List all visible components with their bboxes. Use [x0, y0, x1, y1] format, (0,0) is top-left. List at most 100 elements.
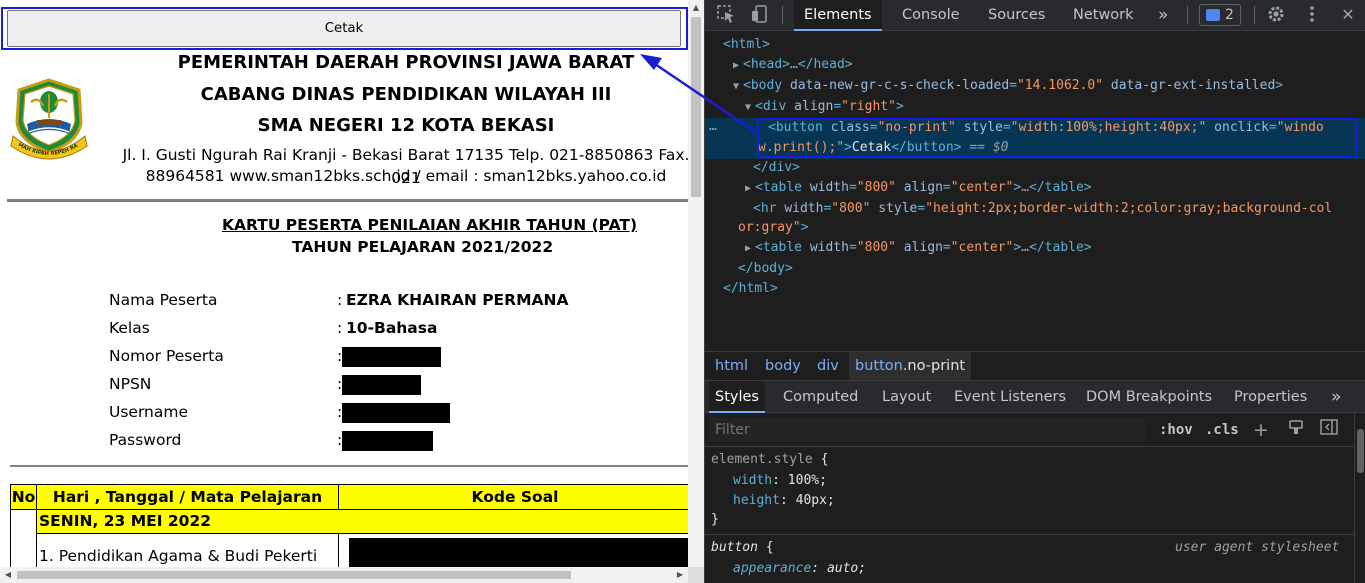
dom-node-line[interactable]: ▼ <body data-new-gr-c-s-check-loaded="14.…	[733, 76, 1283, 97]
dom-token: </head>	[797, 57, 853, 72]
selected-node-menu-icon[interactable]: …	[709, 119, 717, 134]
style-declaration[interactable]: height: 40px;	[733, 491, 835, 511]
dom-token: >	[1275, 78, 1284, 93]
dom-token: "center"	[950, 180, 1014, 195]
dom-token: class	[830, 120, 870, 135]
field-value-nama: EZRA KHAIRAN PERMANA	[346, 291, 569, 309]
property-name: width	[733, 473, 773, 488]
dom-node-line[interactable]: w.print();">Cetak</button> == $0	[758, 138, 1008, 158]
scroll-left-arrow-icon[interactable]: ◀	[0, 567, 16, 583]
page-vertical-scrollbar[interactable]: ▲	[688, 0, 704, 567]
dom-token: width	[809, 240, 849, 255]
tab-elements[interactable]: Elements	[794, 0, 882, 31]
inspect-element-icon[interactable]	[715, 4, 737, 26]
vertical-scroll-thumb[interactable]	[691, 17, 701, 197]
tab-sources[interactable]: Sources	[978, 0, 1055, 31]
close-icon[interactable]: ✕	[1337, 4, 1359, 26]
expand-triangle-icon[interactable]: ▼	[745, 102, 751, 113]
hover-state-toggle[interactable]: :hov	[1159, 419, 1193, 441]
breadcrumb-div[interactable]: div	[813, 352, 843, 380]
dom-node-line[interactable]: ▶ <head>…</head>	[733, 55, 853, 76]
styles-scroll-thumb[interactable]	[1357, 429, 1364, 473]
issues-badge[interactable]: 2	[1199, 4, 1241, 26]
dom-node-line[interactable]: </div>	[753, 158, 800, 178]
dom-token: align	[895, 240, 943, 255]
tab-console[interactable]: Console	[892, 0, 970, 31]
scroll-right-arrow-icon[interactable]: ▶	[672, 567, 688, 583]
more-tabs-chevron-icon[interactable]: »	[1148, 0, 1178, 31]
dom-node-line[interactable]: <button class="no-print" style="width:10…	[768, 118, 1324, 138]
expand-triangle-icon[interactable]: ▶	[745, 243, 751, 254]
breadcrumb-html[interactable]: html	[711, 352, 752, 380]
issues-count: 2	[1225, 7, 1234, 23]
page-horizontal-scrollbar[interactable]: ◀ ▶	[0, 567, 688, 583]
tab-computed[interactable]: Computed	[777, 381, 864, 413]
more-panels-chevron-icon[interactable]: »	[1325, 381, 1347, 413]
dom-token: >	[800, 220, 809, 235]
dom-token: =	[848, 180, 857, 195]
styles-scrollbar[interactable]	[1354, 413, 1365, 583]
toolbar-separator	[1254, 6, 1255, 24]
print-button[interactable]: Cetak	[7, 10, 681, 47]
dom-token: "height:2px;border-width:2;color:gray;ba…	[925, 201, 1333, 216]
style-declaration[interactable]: width: 100%;	[733, 471, 827, 491]
dom-token: "windo	[1276, 120, 1324, 135]
expand-triangle-icon[interactable]: ▶	[745, 183, 751, 194]
class-toggle[interactable]: .cls	[1205, 419, 1239, 441]
dom-token: </html>	[723, 281, 778, 296]
styles-rules[interactable]: element.style { width: 100%; height: 40p…	[705, 447, 1354, 583]
styles-filter-input[interactable]	[709, 418, 1145, 442]
gear-icon[interactable]	[1265, 4, 1287, 26]
dom-tree[interactable]: … <html> ▶ <head>…</head> ▼ <body data-new-g…	[705, 31, 1365, 351]
user-agent-stylesheet-label: user agent stylesheet	[1175, 540, 1340, 555]
tab-styles[interactable]: Styles	[709, 381, 765, 413]
dom-node-line[interactable]: ▼ <div align="right">	[745, 97, 904, 118]
add-style-rule-icon[interactable]: +	[1250, 419, 1272, 441]
kebab-menu-icon[interactable]	[1301, 4, 1323, 26]
scroll-up-arrow-icon[interactable]: ▲	[688, 0, 704, 16]
tab-event-listeners[interactable]: Event Listeners	[948, 381, 1072, 413]
field-label-nomor-peserta: Nomor Peserta	[109, 347, 224, 365]
dom-token: >	[844, 140, 852, 155]
dom-node-line[interactable]: ▶ <table width="800" align="center">…</ta…	[745, 178, 1092, 199]
table-header-no: No	[10, 484, 37, 510]
header-province: PEMERINTAH DAERAH PROVINSI JAWA BARAT	[177, 52, 635, 73]
card-title: KARTU PESERTA PENILAIAN AKHIR TAHUN (PAT…	[222, 216, 638, 234]
dom-node-line[interactable]: or:gray">	[738, 218, 808, 238]
dom-token: "center"	[950, 240, 1014, 255]
browser-page-viewport: Cetak GEMAH RIPAH REPEH RAPIH PEMERINTAH…	[0, 0, 704, 583]
tab-layout[interactable]: Layout	[876, 381, 937, 413]
dom-token: "width:100%;height:40px;"	[1010, 120, 1207, 135]
breadcrumb-button-no-print[interactable]: button.no-print	[849, 352, 972, 380]
dom-token: </body>	[738, 261, 793, 276]
dom-node-line[interactable]: </body>	[738, 259, 793, 279]
dom-token: style	[870, 201, 918, 216]
issues-message-icon	[1206, 9, 1220, 21]
dom-node-line[interactable]: <html>	[723, 35, 770, 55]
toolbar-separator	[1187, 6, 1188, 24]
dom-node-line[interactable]: <hr width="800" style="height:2px;border…	[753, 199, 1332, 219]
device-toolbar-icon[interactable]	[749, 4, 771, 26]
breadcrumb-body[interactable]: body	[761, 352, 805, 380]
dom-token: data-new-gr-c-s-check-loaded	[790, 78, 1010, 93]
expand-triangle-icon[interactable]: ▶	[733, 60, 739, 71]
dom-token: "800"	[856, 180, 896, 195]
breadcrumb-class: .no-print	[902, 358, 966, 374]
dom-node-line[interactable]: ▶ <table width="800" align="center">…</ta…	[745, 238, 1092, 259]
expand-triangle-icon[interactable]: ▼	[733, 81, 739, 92]
button-selector: button	[711, 540, 758, 555]
styles-tab-bar: Styles Computed Layout Event Listeners D…	[705, 381, 1365, 413]
toggle-sidebar-icon[interactable]	[1318, 419, 1340, 441]
tab-dom-breakpoints[interactable]: DOM Breakpoints	[1080, 381, 1218, 413]
tab-network[interactable]: Network	[1063, 0, 1144, 31]
paint-bucket-icon[interactable]	[1285, 419, 1307, 441]
table-subject-cell: 1. Pendidikan Agama & Budi Pekerti	[36, 533, 339, 567]
tab-properties[interactable]: Properties	[1228, 381, 1313, 413]
property-name: height	[733, 493, 780, 508]
style-declaration: appearance: auto;	[733, 561, 867, 576]
dom-node-line[interactable]: </html>	[723, 279, 778, 299]
table-header-code: Kode Soal	[338, 484, 688, 510]
horizontal-scroll-thumb[interactable]	[17, 571, 571, 579]
dom-token: </button>	[891, 140, 962, 155]
header-branch: CABANG DINAS PENDIDIKAN WILAYAH III	[200, 84, 612, 105]
